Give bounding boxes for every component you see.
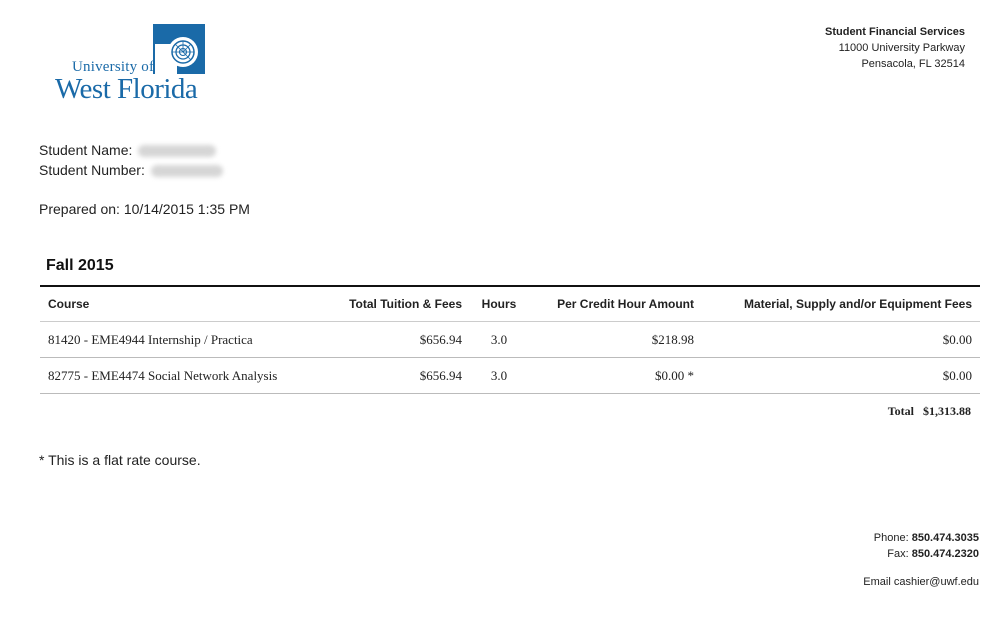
total-row: Total $1,313.88 [888,404,971,419]
nautilus-logo-icon [153,24,205,74]
footnote: * This is a flat rate course. [39,452,201,468]
prepared-value: 10/14/2015 1:35 PM [123,201,250,217]
col-header-course: Course [40,285,340,322]
email-row: Email cashier@uwf.edu [863,574,979,590]
cell-material-fees: $0.00 [702,357,980,394]
cell-material-fees: $0.00 [702,321,980,358]
col-header-per-credit: Per Credit Hour Amount [528,285,702,322]
prepared-on: Prepared on: 10/14/2015 1:35 PM [39,201,250,217]
address-line-2: Pensacola, FL 32514 [861,58,965,70]
student-number-row: Student Number: [39,160,223,180]
cell-per-credit: $218.98 [528,321,702,358]
cell-total-tuition: $656.94 [340,321,470,358]
email-link[interactable]: cashier@uwf.edu [894,576,979,588]
cell-course: 81420 - EME4944 Internship / Practica [40,321,340,358]
term-heading: Fall 2015 [46,257,114,274]
phone-number: 850.474.3035 [911,532,979,544]
table-row: 82775 - EME4474 Social Network Analysis … [40,357,980,394]
fax-label: Fax: [887,548,909,560]
logo-line-2: West Florida [55,73,198,105]
table-row: 81420 - EME4944 Internship / Practica $6… [40,321,980,358]
email-label: Email [863,576,891,588]
col-header-total-tuition: Total Tuition & Fees [340,285,470,322]
col-header-material-fees: Material, Supply and/or Equipment Fees [702,285,980,322]
fax-number: 850.474.2320 [911,548,979,560]
address-line-1: 11000 University Parkway [838,42,965,54]
phone-row: Phone: 850.474.3035 [863,530,979,546]
prepared-label: Prepared on: [39,201,120,217]
redacted-student-name [138,145,217,158]
redacted-student-number [150,165,223,178]
cell-hours: 3.0 [470,357,528,394]
student-name-row: Student Name: [39,140,223,160]
student-info: Student Name: Student Number: [39,140,223,180]
cell-per-credit: $0.00 * [528,357,702,394]
contact-block: Phone: 850.474.3035 Fax: 850.474.2320 Em… [863,530,979,590]
university-logo: University of West Florida [55,24,230,106]
col-header-hours: Hours [470,285,528,322]
office-name: Student Financial Services [825,26,965,38]
student-name-label: Student Name: [39,142,133,158]
office-address-block: Student Financial Services 11000 Univers… [825,24,965,72]
cell-hours: 3.0 [470,321,528,358]
fax-row: Fax: 850.474.2320 [863,546,979,562]
cell-course: 82775 - EME4474 Social Network Analysis [40,357,340,394]
phone-label: Phone: [873,532,909,544]
student-number-label: Student Number: [39,162,145,178]
total-label: Total [887,404,914,418]
table-header-row: Course Total Tuition & Fees Hours Per Cr… [40,285,980,322]
total-value: $1,313.88 [923,404,971,418]
cell-total-tuition: $656.94 [340,357,470,394]
fees-table: Course Total Tuition & Fees Hours Per Cr… [40,285,980,394]
